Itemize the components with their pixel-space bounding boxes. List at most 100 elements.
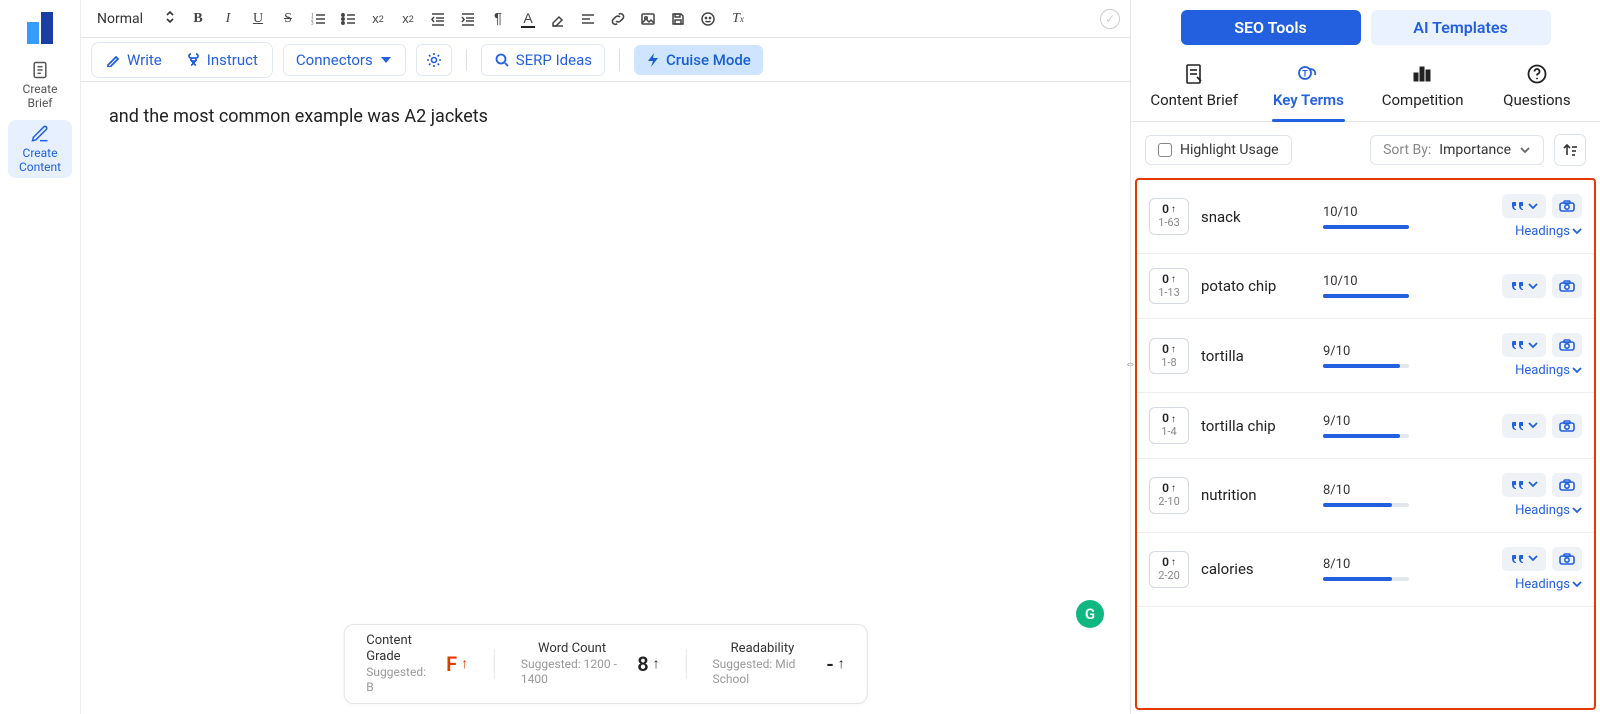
chevron-down-icon — [1528, 481, 1538, 488]
ordered-list-button[interactable]: 123 — [305, 6, 331, 32]
competition-icon — [1411, 63, 1435, 85]
write-label: Write — [127, 51, 162, 69]
connectors-button[interactable]: Connectors — [283, 44, 406, 76]
content-brief-tab[interactable]: Content Brief — [1137, 53, 1251, 121]
competition-label: Competition — [1382, 91, 1464, 109]
camera-icon — [1559, 200, 1575, 212]
term-name: potato chip — [1201, 277, 1311, 295]
headings-link[interactable]: Headings — [1515, 363, 1582, 378]
instruct-label: Instruct — [207, 51, 258, 69]
connectors-label: Connectors — [296, 51, 373, 69]
seo-tools-tab[interactable]: SEO Tools — [1181, 10, 1361, 45]
highlight-color-button[interactable] — [545, 6, 571, 32]
sort-label: Sort By: — [1383, 142, 1431, 158]
status-check-icon: ✓ — [1100, 9, 1120, 29]
outdent-button[interactable] — [425, 6, 451, 32]
quote-button[interactable] — [1502, 414, 1546, 438]
direction-button[interactable]: ¶ — [485, 6, 511, 32]
unordered-list-button[interactable] — [335, 6, 361, 32]
grade-title: Content Grade — [366, 633, 432, 666]
headings-link[interactable]: Headings — [1515, 577, 1582, 592]
text-color-button[interactable]: A — [515, 6, 541, 32]
edit-icon — [30, 124, 50, 144]
sort-value: Importance — [1439, 142, 1511, 158]
settings-button[interactable] — [416, 44, 452, 76]
updown-icon — [165, 10, 175, 28]
save-button[interactable] — [665, 6, 691, 32]
bold-button[interactable]: B — [185, 6, 211, 32]
headings-link[interactable]: Headings — [1515, 503, 1582, 518]
quote-button[interactable] — [1502, 547, 1546, 571]
camera-button[interactable] — [1552, 333, 1582, 357]
emoji-button[interactable] — [695, 6, 721, 32]
sort-icon — [1562, 142, 1578, 158]
camera-icon — [1559, 420, 1575, 432]
serp-ideas-button[interactable]: SERP Ideas — [481, 44, 605, 76]
chevron-down-icon — [1572, 367, 1582, 374]
link-button[interactable] — [605, 6, 631, 32]
chevron-down-icon — [1528, 283, 1538, 290]
term-score: 8/10 — [1323, 557, 1419, 581]
usage-badge: 0↑ 2-20 — [1149, 551, 1189, 587]
subscript-button[interactable]: x2 — [365, 6, 391, 32]
editor-content[interactable]: and the most common example was A2 jacke… — [81, 82, 1130, 714]
quote-button[interactable] — [1502, 333, 1546, 357]
editor-text: and the most common example was A2 jacke… — [109, 106, 488, 127]
term-row: 0↑ 1-63 snack 10/10 Headings — [1137, 180, 1594, 254]
ai-templates-tab[interactable]: AI Templates — [1371, 10, 1551, 45]
align-button[interactable] — [575, 6, 601, 32]
quote-button[interactable] — [1502, 194, 1546, 218]
term-row: 0↑ 1-4 tortilla chip 9/10 — [1137, 393, 1594, 458]
camera-button[interactable] — [1552, 414, 1582, 438]
underline-button[interactable]: U — [245, 6, 271, 32]
chevron-down-icon — [1572, 581, 1582, 588]
competition-tab[interactable]: Competition — [1366, 53, 1480, 121]
cruise-mode-label: Cruise Mode — [666, 51, 751, 69]
quote-icon — [1511, 479, 1525, 491]
instruct-button[interactable]: Instruct — [174, 45, 270, 75]
footer-stats: Content Grade Suggested: B F↑ Word Count… — [343, 624, 868, 705]
superscript-button[interactable]: x2 — [395, 6, 421, 32]
camera-button[interactable] — [1552, 274, 1582, 298]
camera-button[interactable] — [1552, 473, 1582, 497]
key-terms-tab[interactable]: T Key Terms — [1251, 53, 1365, 121]
word-count-section: Word Count Suggested: 1200 - 1400 8↑ — [521, 641, 660, 687]
sort-select[interactable]: Sort By: Importance — [1370, 135, 1544, 165]
search-icon — [494, 52, 510, 68]
resize-handle-icon[interactable]: ⇔ — [1125, 357, 1136, 370]
read-title: Readability — [731, 641, 795, 657]
headings-link[interactable]: Headings — [1515, 224, 1582, 239]
content-brief-label: Content Brief — [1150, 91, 1238, 109]
camera-icon — [1559, 479, 1575, 491]
create-content-label: Create Content — [19, 146, 61, 175]
arrow-up-icon: ↑ — [838, 655, 845, 672]
create-content-button[interactable]: Create Content — [8, 120, 72, 178]
term-row: 0↑ 1-13 potato chip 10/10 — [1137, 254, 1594, 319]
indent-button[interactable] — [455, 6, 481, 32]
image-button[interactable] — [635, 6, 661, 32]
chevron-down-icon — [379, 55, 393, 65]
text-style-select[interactable]: Normal — [91, 7, 181, 31]
quote-icon — [1511, 339, 1525, 351]
quote-button[interactable] — [1502, 473, 1546, 497]
questions-label: Questions — [1503, 91, 1570, 109]
arrow-up-icon: ↑ — [461, 655, 468, 672]
quote-button[interactable] — [1502, 274, 1546, 298]
questions-tab[interactable]: Questions — [1480, 53, 1594, 121]
clear-format-button[interactable]: Tx — [725, 6, 751, 32]
ai-toolbar: Write Instruct Connectors SERP Ideas — [81, 38, 1130, 82]
camera-button[interactable] — [1552, 194, 1582, 218]
write-button[interactable]: Write — [94, 45, 174, 75]
svg-text:T: T — [1303, 70, 1309, 80]
strike-button[interactable]: S — [275, 6, 301, 32]
camera-button[interactable] — [1552, 547, 1582, 571]
highlight-usage-toggle[interactable]: Highlight Usage — [1145, 135, 1292, 165]
italic-button[interactable]: I — [215, 6, 241, 32]
create-brief-button[interactable]: Create Brief — [8, 56, 72, 114]
cruise-mode-button[interactable]: Cruise Mode — [634, 45, 763, 75]
sort-direction-button[interactable] — [1554, 134, 1586, 166]
divider — [466, 49, 467, 71]
content-grade-section: Content Grade Suggested: B F↑ — [366, 633, 468, 696]
svg-text:3: 3 — [311, 21, 314, 26]
grammarly-badge[interactable]: G — [1076, 600, 1104, 628]
